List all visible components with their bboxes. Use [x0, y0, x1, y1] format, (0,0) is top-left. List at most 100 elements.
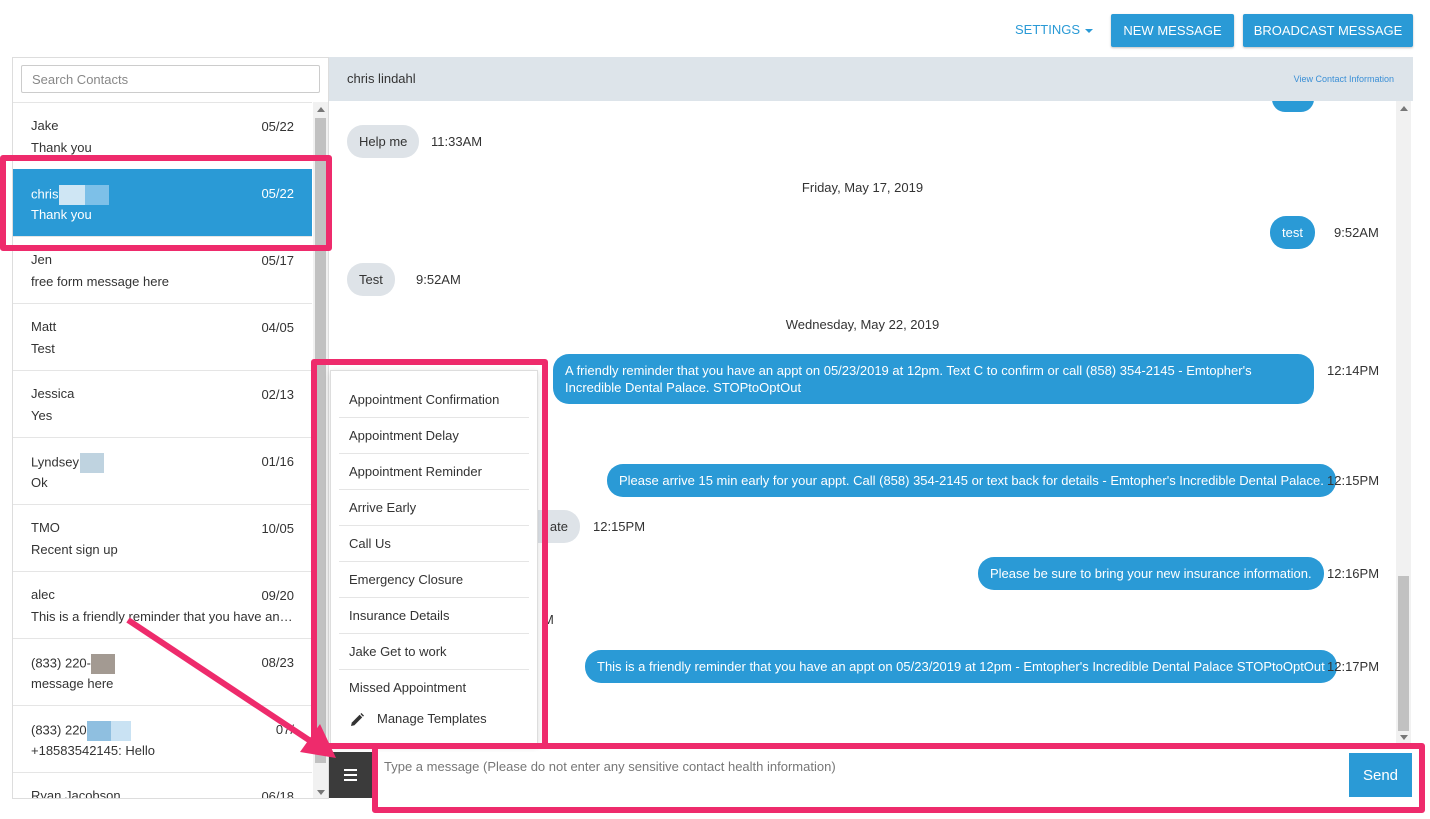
contact-item[interactable]: Jen 05/17 free form message here [13, 236, 312, 303]
templates-menu-button[interactable] [329, 752, 372, 798]
contact-name: (833) 220- [31, 655, 91, 671]
message-time: 9:52AM [416, 272, 461, 287]
template-item[interactable]: Arrive Early [339, 490, 529, 526]
pencil-icon [351, 712, 364, 726]
date-separator: Friday, May 17, 2019 [801, 180, 924, 195]
contact-preview: Ok [31, 475, 48, 490]
contact-item[interactable]: Matt 04/05 Test [13, 303, 312, 370]
contact-preview: Recent sign up [31, 542, 118, 557]
new-message-button[interactable]: NEW MESSAGE [1111, 14, 1234, 47]
scrollbar-thumb[interactable] [315, 118, 326, 763]
contact-item[interactable]: (833) 220 07/ +18583542145: Hello [13, 705, 312, 772]
message-input[interactable] [380, 752, 1348, 798]
contact-preview: Thank you [31, 140, 92, 155]
contact-name: Matt [31, 319, 57, 334]
message-time: 11:33AM [431, 134, 483, 149]
view-contact-info-link[interactable]: View Contact Information [1294, 74, 1394, 84]
settings-dropdown[interactable]: SETTINGS [1015, 22, 1094, 37]
redacted-block [59, 185, 86, 205]
redacted-block [90, 654, 115, 674]
contact-name: Ryan Jacobson [31, 788, 121, 799]
message-bubble-out: Please be sure to bring your new insuran… [978, 557, 1324, 590]
contact-preview: Yes [31, 408, 53, 423]
conversation-header: chris lindahl View Contact Information [329, 57, 1413, 101]
contact-preview: +18583542145: Hello [31, 743, 155, 758]
date-separator: Wednesday, May 22, 2019 [785, 317, 940, 332]
contact-item-active[interactable]: chris 05/22 Thank you [13, 169, 312, 236]
scrollbar-thumb[interactable] [1398, 576, 1409, 731]
manage-templates-item[interactable]: Manage Templates [349, 711, 487, 728]
contact-item[interactable]: (833) 220- 08/23 message here [13, 638, 312, 705]
contact-date: 10/05 [261, 521, 294, 536]
scroll-up-icon[interactable] [317, 107, 325, 112]
scroll-down-icon[interactable] [317, 790, 325, 795]
message-bubble-out: Please arrive 15 min early for your appt… [607, 464, 1336, 497]
redacted-block [86, 721, 111, 741]
contact-date: 07/ [275, 722, 294, 737]
contact-date: 05/22 [261, 119, 294, 134]
contact-item[interactable]: TMO 10/05 Recent sign up [13, 504, 312, 571]
contact-name-wrap: (833) 220 [31, 721, 131, 741]
contact-name: (833) 220 [31, 722, 87, 738]
contact-name-wrap: Lyndsey [31, 453, 104, 473]
search-contacts-input[interactable] [21, 65, 320, 93]
contact-item[interactable]: Ryan Jacobson 06/18 [13, 772, 312, 799]
contact-preview: free form message here [31, 274, 170, 289]
contact-name: Jake [31, 118, 59, 133]
conversation-contact-name: chris lindahl [347, 71, 416, 86]
contact-date: 05/22 [261, 186, 294, 201]
hamburger-icon [344, 769, 357, 781]
conversation-scrollbar[interactable] [1396, 101, 1411, 745]
contact-date: 09/20 [261, 588, 294, 603]
contact-date: 02/13 [261, 387, 294, 402]
send-button[interactable]: Send [1349, 753, 1412, 797]
redacted-block [79, 453, 104, 473]
contact-preview: message here [31, 676, 114, 691]
template-item[interactable]: Missed Appointment [339, 670, 529, 706]
message-time: 12:17PM [1327, 659, 1380, 674]
template-item[interactable]: Appointment Reminder [339, 454, 529, 490]
contact-name: Lyndsey [31, 454, 79, 470]
redacted-block [85, 185, 110, 205]
app-root: SETTINGS NEW MESSAGE BROADCAST MESSAGE J… [0, 0, 1430, 819]
contact-item[interactable]: Jessica 02/13 Yes [13, 370, 312, 437]
message-time: 12:14PM [1327, 363, 1380, 378]
scroll-down-icon[interactable] [1400, 735, 1408, 740]
contact-item[interactable]: Lyndsey 01/16 Ok [13, 437, 312, 504]
message-bubble-out: A friendly reminder that you have an app… [553, 354, 1314, 404]
contact-preview: Thank you [31, 207, 92, 222]
template-item[interactable]: Appointment Delay [339, 418, 529, 454]
contact-preview: Test [31, 341, 55, 356]
contact-date: 08/23 [261, 655, 294, 670]
caret-down-icon [1085, 28, 1094, 33]
message-bubble-in: Help me [347, 125, 420, 158]
contact-item[interactable]: alec 09/20 This is a friendly reminder t… [13, 571, 312, 638]
message-time: 12:16PM [1327, 566, 1380, 581]
contact-name: Jessica [31, 386, 75, 401]
template-item[interactable]: Jake Get to work [339, 634, 529, 670]
message-time: 9:52AM [1334, 225, 1379, 240]
template-item[interactable]: Call Us [339, 526, 529, 562]
message-time: M [543, 612, 554, 627]
broadcast-message-button[interactable]: BROADCAST MESSAGE [1243, 14, 1413, 47]
settings-label: SETTINGS [1015, 22, 1081, 37]
message-time: 12:15PM [1327, 473, 1380, 488]
template-menu: Appointment Confirmation Appointment Del… [330, 370, 538, 745]
template-item[interactable]: Emergency Closure [339, 562, 529, 598]
contacts-scrollbar[interactable] [313, 102, 328, 798]
contact-name: TMO [31, 520, 60, 535]
message-time: 12:15PM [593, 519, 646, 534]
manage-templates-label: Manage Templates [377, 711, 487, 726]
contact-name-wrap: (833) 220- [31, 654, 115, 674]
contact-item[interactable]: Jake 05/22 Thank you [13, 102, 312, 169]
template-item[interactable]: Appointment Confirmation [339, 382, 529, 418]
contact-preview: This is a friendly reminder that you hav… [31, 609, 296, 624]
contact-name-wrap: chris [31, 185, 110, 205]
template-item[interactable]: Insurance Details [339, 598, 529, 634]
redacted-block [110, 721, 131, 741]
scroll-up-icon[interactable] [1400, 106, 1408, 111]
message-bubble-out: This is a friendly reminder that you hav… [585, 650, 1337, 683]
contact-name: alec [31, 587, 55, 602]
contact-name: chris [31, 186, 59, 202]
contact-date: 06/18 [261, 789, 294, 799]
